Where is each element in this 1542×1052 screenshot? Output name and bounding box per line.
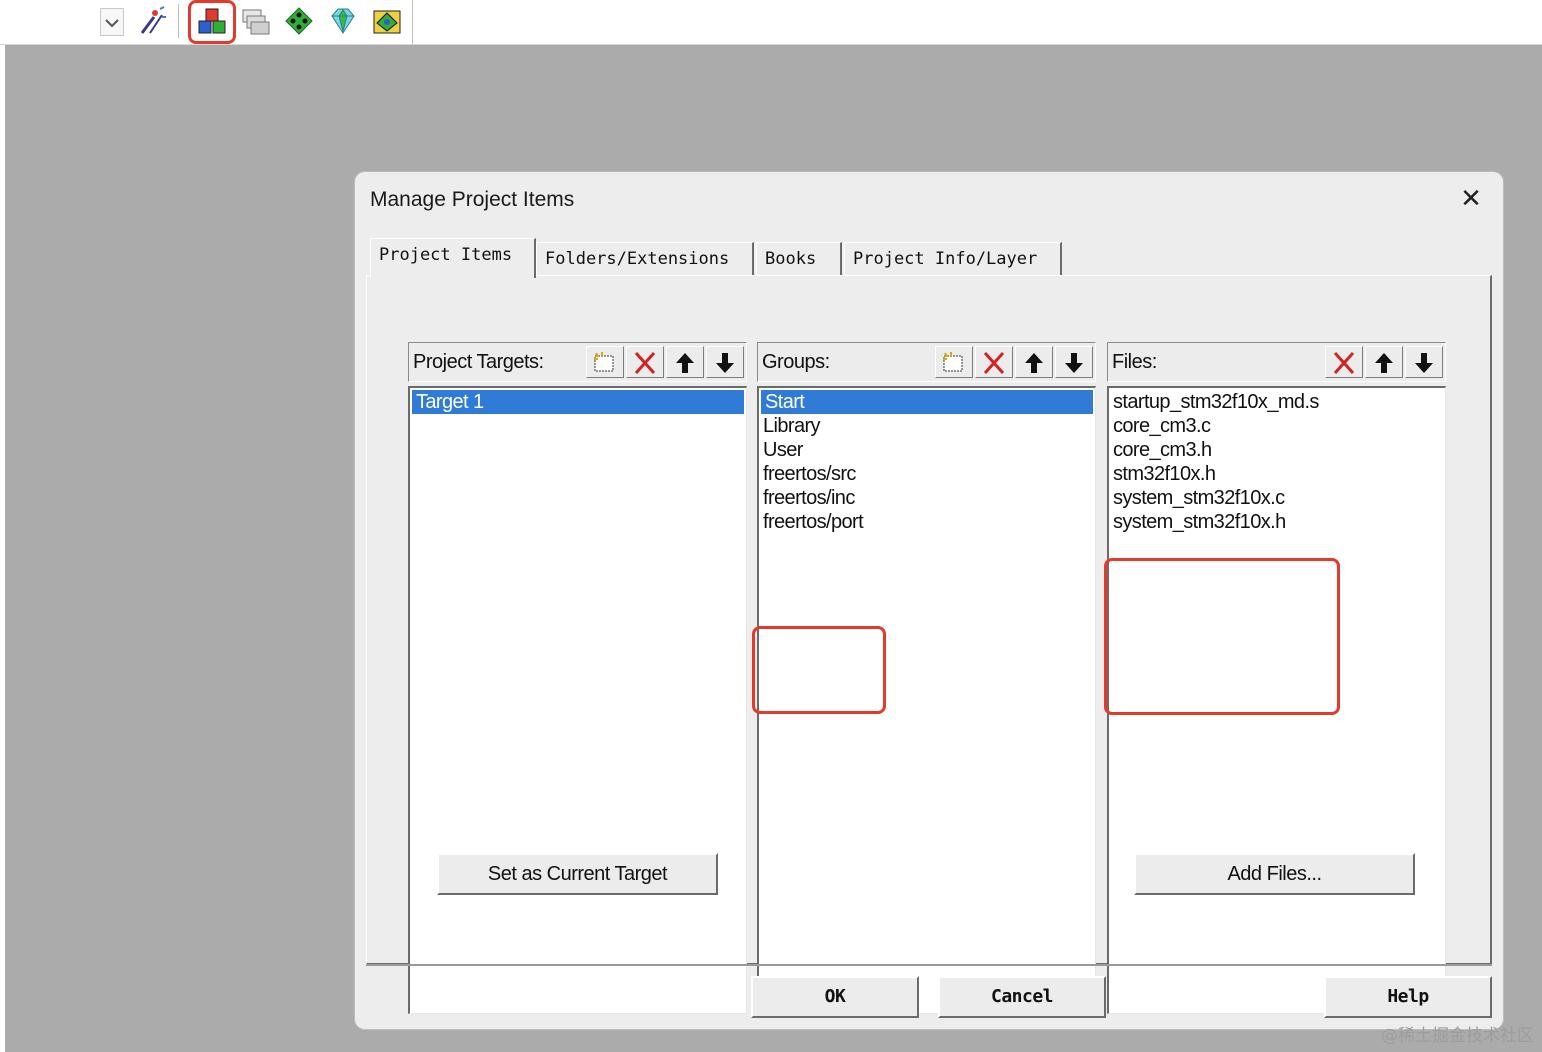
files-header: Files: <box>1107 342 1446 382</box>
list-item[interactable]: freertos/src <box>759 462 1095 486</box>
delete-target-icon[interactable] <box>626 346 664 378</box>
toolbar-separator <box>178 4 179 38</box>
dropdown-arrow-icon[interactable] <box>100 8 124 36</box>
add-files-button[interactable]: Add Files... <box>1134 853 1415 895</box>
dialog-title: Manage Project Items <box>370 188 575 211</box>
move-down-icon[interactable] <box>1405 346 1443 378</box>
new-group-icon[interactable] <box>935 346 973 378</box>
tab-folders-extensions[interactable]: Folders/Extensions <box>536 242 754 276</box>
delete-file-icon[interactable] <box>1325 346 1363 378</box>
help-button[interactable]: Help <box>1324 976 1492 1018</box>
groups-list[interactable]: Start Library User freertos/src freertos… <box>757 386 1096 1014</box>
toolbar-end-separator <box>412 0 413 44</box>
groups-column: Groups: Start Library User freertos/src … <box>752 342 1096 1014</box>
list-item[interactable]: User <box>759 438 1095 462</box>
manage-project-items-icon[interactable] <box>196 5 228 37</box>
ok-button[interactable]: OK <box>751 976 919 1018</box>
list-item[interactable]: core_cm3.c <box>1109 414 1445 438</box>
list-item[interactable]: freertos/port <box>759 510 1095 534</box>
groups-label: Groups: <box>762 351 830 373</box>
move-up-icon[interactable] <box>1365 346 1403 378</box>
list-item[interactable]: stm32f10x.h <box>1109 462 1445 486</box>
left-strip <box>0 45 5 1052</box>
new-target-icon[interactable] <box>586 346 624 378</box>
project-targets-label: Project Targets: <box>413 351 544 373</box>
pack-installer-icon[interactable] <box>327 5 359 37</box>
list-item[interactable]: Start <box>761 390 1093 414</box>
tab-project-items[interactable]: Project Items <box>370 238 536 278</box>
delete-group-icon[interactable] <box>975 346 1013 378</box>
list-item[interactable]: freertos/inc <box>759 486 1095 510</box>
select-packs-icon[interactable] <box>240 5 272 37</box>
move-up-icon[interactable] <box>666 346 704 378</box>
tab-project-info-layer[interactable]: Project Info/Layer <box>844 242 1062 276</box>
files-list[interactable]: startup_stm32f10x_md.s core_cm3.c core_c… <box>1107 386 1446 1014</box>
tab-books[interactable]: Books <box>756 242 842 276</box>
list-item[interactable]: system_stm32f10x.h <box>1109 510 1445 534</box>
list-item[interactable]: Target 1 <box>412 390 744 414</box>
watermark: @稀土掘金技术社区 <box>1381 1026 1534 1046</box>
toolbar <box>0 0 1542 45</box>
set-as-current-target-button[interactable]: Set as Current Target <box>437 853 718 895</box>
list-item[interactable]: core_cm3.h <box>1109 438 1445 462</box>
manage-run-time-environment-icon[interactable] <box>283 5 315 37</box>
groups-header: Groups: <box>757 342 1096 382</box>
move-down-icon[interactable] <box>706 346 744 378</box>
components-icon[interactable] <box>371 5 403 37</box>
list-item[interactable]: startup_stm32f10x_md.s <box>1109 390 1445 414</box>
manage-project-items-dialog: Manage Project Items ✕ Project Items Fol… <box>355 172 1503 1029</box>
list-item[interactable]: Library <box>759 414 1095 438</box>
divider <box>366 964 1492 966</box>
targets-list[interactable]: Target 1 <box>408 386 747 1014</box>
move-up-icon[interactable] <box>1015 346 1053 378</box>
files-column: Files: startup_stm32f10x_md.s core_cm3.c… <box>1104 342 1446 1014</box>
magic-wand-icon[interactable] <box>136 5 168 37</box>
project-targets-column: Project Targets: Target 1 <box>408 342 747 1014</box>
close-icon[interactable]: ✕ <box>1459 185 1483 211</box>
cancel-button[interactable]: Cancel <box>938 976 1106 1018</box>
move-down-icon[interactable] <box>1055 346 1093 378</box>
project-targets-header: Project Targets: <box>408 342 747 382</box>
files-label: Files: <box>1112 351 1157 373</box>
list-item[interactable]: system_stm32f10x.c <box>1109 486 1445 510</box>
